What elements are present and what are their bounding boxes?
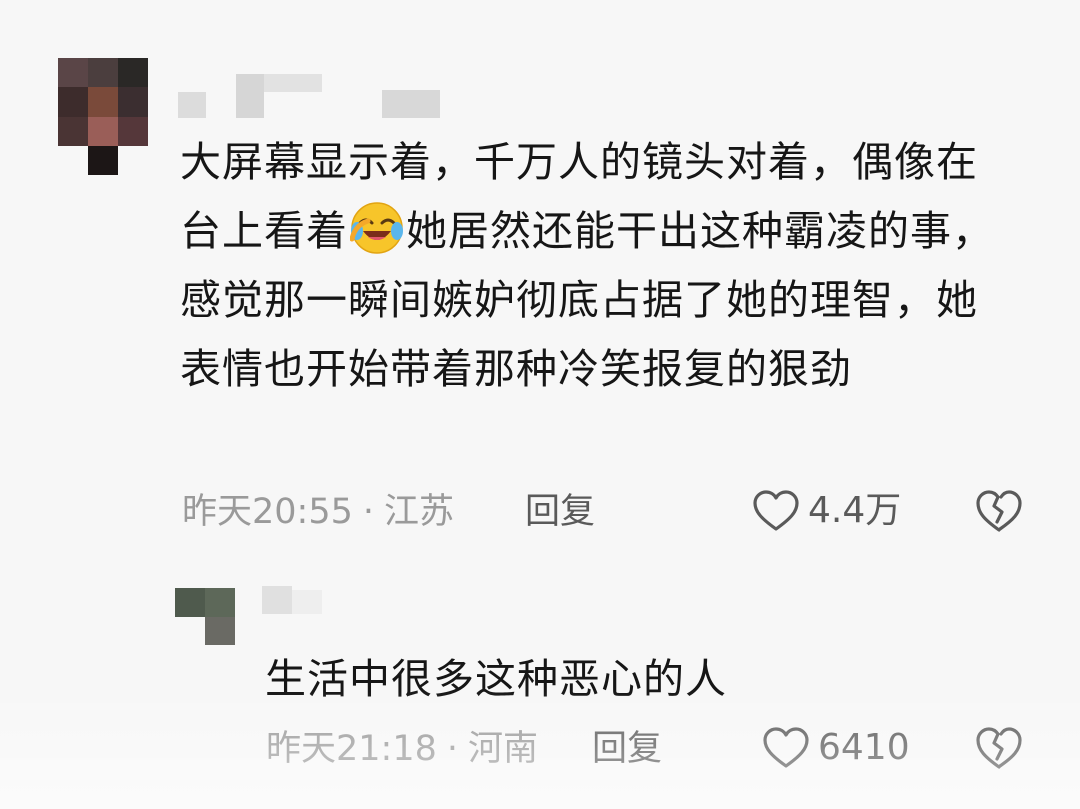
username-mosaic-block [262,586,292,614]
comment-time: 昨天21:18 [266,729,437,769]
avatar-mosaic-tile [58,145,88,175]
avatar-mosaic-tile [88,116,118,146]
comment-location: 河南 [468,729,539,769]
reply-button[interactable]: 回复 [525,490,595,534]
avatar-mosaic-tile [118,145,148,175]
like-button[interactable]: 4.4万 [752,489,901,533]
comment-text: 生活中很多这种恶心的人 [265,655,727,703]
username-mosaic-block [264,74,322,92]
broken-heart-icon[interactable] [975,725,1023,771]
avatar-mosaic-tile [205,616,235,645]
username-pixelated[interactable] [262,586,322,618]
username-mosaic-block [178,92,206,118]
avatar-mosaic-tile [118,87,148,117]
heart-icon [753,490,799,531]
avatar-mosaic-tile [118,58,148,88]
avatar-mosaic-tile [205,588,235,617]
user-avatar[interactable] [58,58,148,175]
comment-location: 江苏 [384,492,455,532]
like-count: 4.4万 [808,490,902,531]
avatar-mosaic-tile [175,588,205,617]
heart-icon [763,727,809,768]
avatar-mosaic-tile [88,58,118,88]
comment-meta: 昨天20:55 · 江苏 [182,490,454,534]
avatar-mosaic-tile [58,87,88,117]
comment-item: 大屏幕显示着，千万人的镜头对着，偶像在台上看着 她居然还能干出这种霸凌的事，感觉… [0,0,1080,560]
avatar-mosaic-tile [58,116,88,146]
reply-button[interactable]: 回复 [592,727,662,771]
meta-separator: · [446,729,459,769]
avatar-mosaic-tile [88,145,118,175]
like-count: 6410 [818,727,910,768]
username-mosaic-block [292,590,322,614]
like-button[interactable]: 6410 [762,726,910,770]
comment-meta: 昨天21:18 · 河南 [266,727,538,771]
broken-heart-icon[interactable] [975,488,1023,534]
username-pixelated[interactable] [178,64,440,118]
avatar-mosaic-tile [175,616,205,645]
meta-separator: · [362,492,375,532]
comment-text: 大屏幕显示着，千万人的镜头对着，偶像在台上看着 她居然还能干出这种霸凌的事，感觉… [180,128,1010,404]
avatar-mosaic-tile [88,87,118,117]
user-avatar[interactable] [175,588,235,645]
avatar-mosaic-tile [58,58,88,88]
comment-time: 昨天20:55 [182,492,353,532]
username-mosaic-block [236,74,264,118]
laughing-crying-emoji-icon [350,202,403,254]
avatar-mosaic-tile [118,116,148,146]
username-mosaic-block [382,90,440,118]
